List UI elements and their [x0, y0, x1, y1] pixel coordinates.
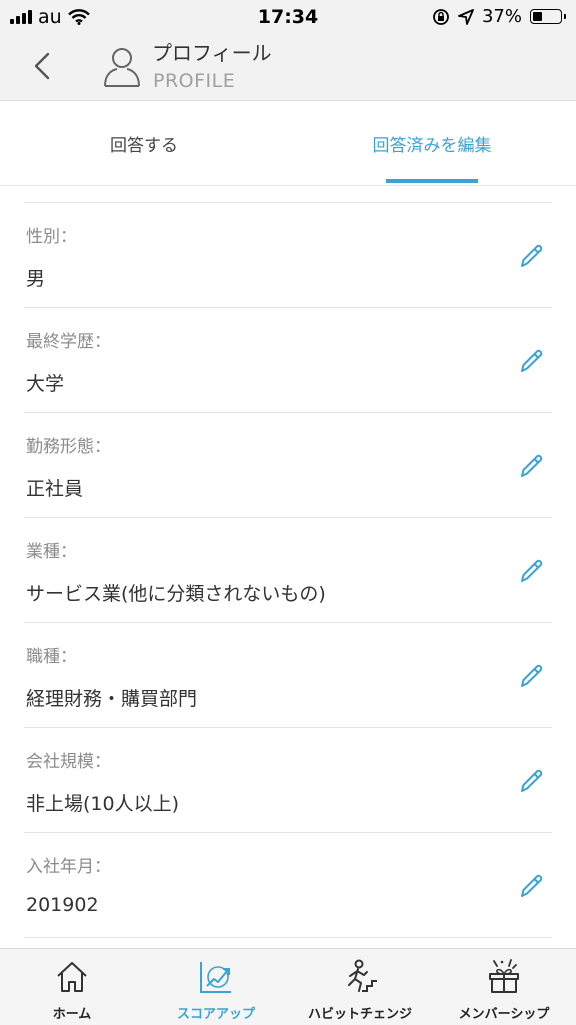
tabbar-item-score-up[interactable]: スコアアップ — [144, 949, 288, 1025]
field-value: 正社員 — [26, 478, 84, 500]
field-value: 非上場(10人以上) — [26, 793, 180, 815]
bottom-tab-bar: ホーム スコアアップ ハビットチェンジ メンバーシップ — [0, 948, 576, 1025]
edit-pencil-icon[interactable] — [514, 869, 548, 903]
field-row-education: 最終学歴： 大学 — [24, 308, 552, 413]
tabbar-label: ホーム — [52, 1007, 92, 1022]
page-subtitle: PROFILE — [153, 70, 236, 92]
edit-pencil-icon[interactable] — [514, 554, 548, 588]
field-label: 業種： — [26, 542, 77, 562]
field-label: 入社年月： — [26, 857, 111, 877]
edit-pencil-icon[interactable] — [514, 449, 548, 483]
field-label: 会社規模： — [26, 752, 111, 772]
navigation-bar: プロフィール PROFILE — [0, 34, 576, 101]
status-bar: au 17:34 37% — [0, 0, 576, 34]
field-row-employment-type: 勤務形態： 正社員 — [24, 413, 552, 518]
field-label: 職種： — [26, 647, 77, 667]
field-row-company-size: 会社規模： 非上場(10人以上) — [24, 728, 552, 833]
back-chevron-icon[interactable] — [22, 44, 66, 88]
tab-edit-answered[interactable]: 回答済みを編集 — [288, 101, 576, 185]
tabbar-label: ハビットチェンジ — [307, 1007, 412, 1022]
field-row-job-type: 職種： 経理財務・購買部門 — [24, 623, 552, 728]
home-icon — [57, 962, 87, 992]
tabbar-item-membership[interactable]: メンバーシップ — [432, 949, 576, 1025]
field-label: 最終学歴： — [26, 332, 111, 352]
edit-pencil-icon[interactable] — [514, 659, 548, 693]
habit-runner-icon — [348, 959, 377, 992]
tabbar-label: スコアアップ — [176, 1007, 255, 1022]
orientation-lock-icon — [433, 8, 449, 25]
field-value: 男 — [26, 268, 46, 290]
edit-pencil-icon[interactable] — [514, 344, 548, 378]
field-value: サービス業(他に分類されないもの) — [26, 583, 326, 605]
tabbar-label: メンバーシップ — [458, 1007, 550, 1022]
profile-field-list: 性別： 男 最終学歴： 大学 勤務形態： 正社員 業種： サービス業(他に分類さ… — [24, 202, 552, 938]
tabbar-item-habit-change[interactable]: ハビットチェンジ — [288, 949, 432, 1025]
location-arrow-icon — [458, 8, 474, 25]
field-value: 201902 — [26, 894, 99, 916]
tabbar-item-home[interactable]: ホーム — [0, 949, 144, 1025]
edit-pencil-icon[interactable] — [514, 239, 548, 273]
field-value: 経理財務・購買部門 — [26, 688, 198, 710]
field-label: 性別： — [26, 227, 77, 247]
membership-gift-icon — [489, 959, 519, 993]
battery-percent: 37% — [481, 6, 522, 27]
profile-person-icon — [104, 48, 140, 87]
page-title: プロフィール — [152, 41, 272, 65]
score-chart-icon — [200, 962, 231, 993]
field-label: 勤務形態： — [26, 437, 111, 457]
field-row-gender: 性別： 男 — [24, 203, 552, 308]
active-tab-indicator — [386, 179, 478, 183]
field-row-join-date: 入社年月： 201902 — [24, 833, 552, 938]
field-value: 大学 — [26, 373, 65, 395]
edit-pencil-icon[interactable] — [514, 764, 548, 798]
field-row-industry: 業種： サービス業(他に分類されないもの) — [24, 518, 552, 623]
segment-tabs: 回答する 回答済みを編集 — [0, 101, 576, 186]
tab-answer[interactable]: 回答する — [0, 101, 288, 185]
battery-icon — [530, 9, 566, 24]
